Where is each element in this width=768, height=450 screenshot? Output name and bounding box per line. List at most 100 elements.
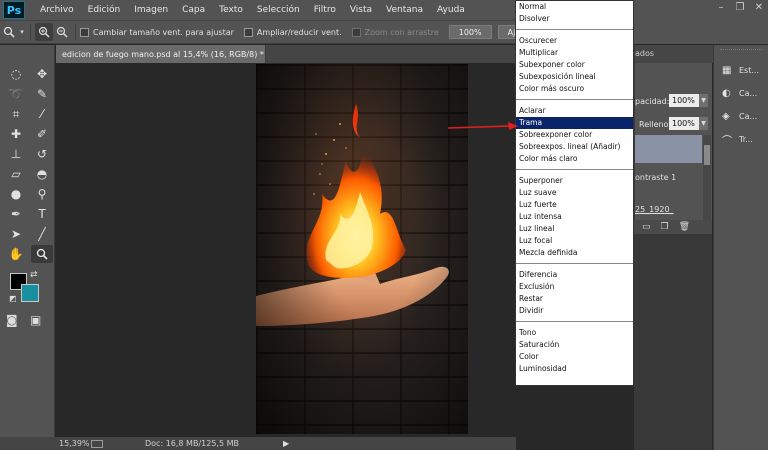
blend-mode-option[interactable]: Color bbox=[516, 351, 633, 363]
menu-filtro[interactable]: Filtro bbox=[307, 5, 343, 15]
menu-ventana[interactable]: Ventana bbox=[379, 5, 430, 15]
blend-mode-option[interactable]: Dividir bbox=[516, 305, 633, 317]
blend-mode-option[interactable]: Subexponer color bbox=[516, 59, 633, 71]
zoom-tool-preset-icon[interactable] bbox=[0, 23, 18, 41]
blend-mode-option[interactable]: Mezcla definida bbox=[516, 247, 633, 259]
brush-tool-icon[interactable]: ✐ bbox=[31, 125, 53, 143]
move-tool-icon[interactable]: ✥ bbox=[31, 65, 53, 83]
background-color-swatch[interactable] bbox=[21, 284, 39, 302]
blend-mode-option[interactable]: Luz intensa bbox=[516, 211, 633, 223]
status-menu-arrow-icon[interactable]: ▶ bbox=[283, 439, 289, 448]
menu-seleccion[interactable]: Selección bbox=[250, 5, 307, 15]
zoom-100-button[interactable]: 100% bbox=[448, 25, 492, 39]
layers-scrollbar[interactable] bbox=[703, 135, 711, 225]
menu-imagen[interactable]: Imagen bbox=[127, 5, 175, 15]
blend-mode-option[interactable]: Sobreexponer color bbox=[516, 129, 633, 141]
line-tool-icon[interactable]: ╱ bbox=[31, 225, 53, 243]
blur-tool-icon[interactable]: ● bbox=[5, 185, 27, 203]
zoom-tool-icon[interactable] bbox=[31, 245, 53, 263]
blend-mode-option[interactable]: Color más oscuro bbox=[516, 83, 633, 95]
dock-adjustments[interactable]: ◐ Ca... bbox=[714, 82, 768, 105]
document-canvas[interactable] bbox=[256, 64, 468, 434]
new-group-icon[interactable]: ▭ bbox=[642, 222, 651, 232]
eyedropper-tool-icon[interactable]: ⁄ bbox=[31, 105, 53, 123]
menu-ayuda[interactable]: Ayuda bbox=[430, 5, 472, 15]
screen-mode-icon[interactable]: ▣ bbox=[30, 313, 41, 327]
blend-mode-option[interactable]: Disolver bbox=[516, 13, 633, 25]
canvas-vignette bbox=[256, 64, 468, 434]
layer-row-contrast[interactable]: ontraste 1 bbox=[635, 173, 676, 182]
document-tab[interactable]: edicion de fuego mano.psd al 15,4% (16, … bbox=[56, 45, 279, 63]
dodge-tool-icon[interactable]: ⚲ bbox=[31, 185, 53, 203]
menu-archivo[interactable]: Archivo bbox=[33, 5, 81, 15]
blend-mode-option[interactable]: Saturación bbox=[516, 339, 633, 351]
zoom-out-icon[interactable] bbox=[53, 23, 71, 41]
eraser-tool-icon[interactable]: ▱ bbox=[5, 165, 27, 183]
blend-mode-option[interactable]: Luz fuerte bbox=[516, 199, 633, 211]
panel-tab-label[interactable]: ados bbox=[635, 49, 654, 58]
minimize-icon[interactable]: – bbox=[716, 3, 726, 13]
blend-mode-option[interactable]: Exclusión bbox=[516, 281, 633, 293]
default-colors-icon[interactable]: ◩ bbox=[9, 294, 17, 303]
pen-tool-icon[interactable]: ✒ bbox=[5, 205, 27, 223]
chevron-down-icon[interactable]: ▼ bbox=[699, 117, 708, 130]
blend-mode-option[interactable]: Oscurecer bbox=[516, 35, 633, 47]
path-selection-tool-icon[interactable]: ➤ bbox=[5, 225, 27, 243]
menu-bar: Ps Archivo Edición Imagen Capa Texto Sel… bbox=[0, 0, 768, 20]
quick-mask-icon[interactable]: ◙ bbox=[6, 313, 18, 327]
zoom-in-icon[interactable] bbox=[35, 23, 53, 41]
new-layer-icon[interactable]: ❐ bbox=[661, 222, 669, 232]
blend-mode-option[interactable]: Luz focal bbox=[516, 235, 633, 247]
blend-mode-option[interactable]: Luz suave bbox=[516, 187, 633, 199]
clone-stamp-tool-icon[interactable]: ⊥ bbox=[5, 145, 27, 163]
scrollbar-thumb[interactable] bbox=[704, 145, 710, 165]
dock-paths[interactable]: ⌒ Tr... bbox=[714, 128, 768, 151]
blend-mode-option[interactable]: Trama bbox=[516, 117, 633, 129]
blend-mode-option[interactable]: Restar bbox=[516, 293, 633, 305]
history-brush-tool-icon[interactable]: ↺ bbox=[31, 145, 53, 163]
blend-mode-option[interactable]: Luz lineal bbox=[516, 223, 633, 235]
lasso-tool-icon[interactable]: ➰ bbox=[5, 85, 27, 103]
opacity-input[interactable]: 100% bbox=[669, 94, 699, 107]
trash-icon[interactable]: 🗑 bbox=[679, 222, 690, 232]
restore-icon[interactable]: ❐ bbox=[735, 3, 745, 13]
blend-mode-option[interactable]: Luminosidad bbox=[516, 363, 633, 375]
dock-grip[interactable] bbox=[720, 49, 762, 55]
hand-tool-icon[interactable]: ✋ bbox=[5, 245, 27, 263]
paint-bucket-tool-icon[interactable]: ◓ bbox=[31, 165, 53, 183]
blend-mode-option[interactable]: Sobreexpos. lineal (Añadir) bbox=[516, 141, 633, 153]
menu-capa[interactable]: Capa bbox=[175, 5, 212, 15]
dock-styles[interactable]: ▦ Est... bbox=[714, 59, 768, 82]
blend-separator bbox=[516, 169, 633, 170]
close-icon[interactable]: ✕ bbox=[754, 3, 764, 13]
blend-mode-option[interactable]: Superponer bbox=[516, 175, 633, 187]
annotation-arrow-icon bbox=[448, 122, 518, 130]
chevron-down-icon[interactable]: ▼ bbox=[699, 94, 708, 107]
marquee-tool-icon[interactable]: ◌ bbox=[5, 65, 27, 83]
quick-selection-tool-icon[interactable]: ✎ bbox=[31, 85, 53, 103]
blend-mode-option[interactable]: Normal bbox=[516, 1, 633, 13]
resize-windows-checkbox[interactable] bbox=[80, 27, 89, 37]
blend-mode-option[interactable]: Subexposición lineal bbox=[516, 71, 633, 83]
fill-input[interactable]: 100% bbox=[669, 117, 699, 130]
menu-edicion[interactable]: Edición bbox=[81, 5, 128, 15]
swap-colors-icon[interactable]: ⇄ bbox=[30, 270, 38, 280]
zoom-all-windows-checkbox[interactable] bbox=[243, 27, 253, 37]
layer-row-selected[interactable] bbox=[635, 135, 702, 163]
menu-vista[interactable]: Vista bbox=[343, 5, 379, 15]
tab-strip bbox=[266, 45, 516, 63]
zoom-level[interactable]: 15,39% bbox=[56, 439, 91, 448]
layer-row-image[interactable]: 25_1920_ bbox=[635, 205, 674, 214]
menu-texto[interactable]: Texto bbox=[212, 5, 250, 15]
crop-tool-icon[interactable]: ⌗ bbox=[5, 105, 27, 123]
blend-mode-option[interactable]: Multiplicar bbox=[516, 47, 633, 59]
healing-brush-tool-icon[interactable]: ✚ bbox=[5, 125, 27, 143]
chevron-down-icon[interactable]: ▾ bbox=[18, 23, 26, 41]
blend-mode-option[interactable]: Aclarar bbox=[516, 105, 633, 117]
scrubby-zoom-checkbox[interactable] bbox=[351, 27, 361, 37]
dock-layers[interactable]: ◈ Ca... bbox=[714, 105, 768, 128]
blend-mode-option[interactable]: Color más claro bbox=[516, 153, 633, 165]
type-tool-icon[interactable]: T bbox=[31, 205, 53, 223]
blend-mode-option[interactable]: Tono bbox=[516, 327, 633, 339]
blend-mode-option[interactable]: Diferencia bbox=[516, 269, 633, 281]
